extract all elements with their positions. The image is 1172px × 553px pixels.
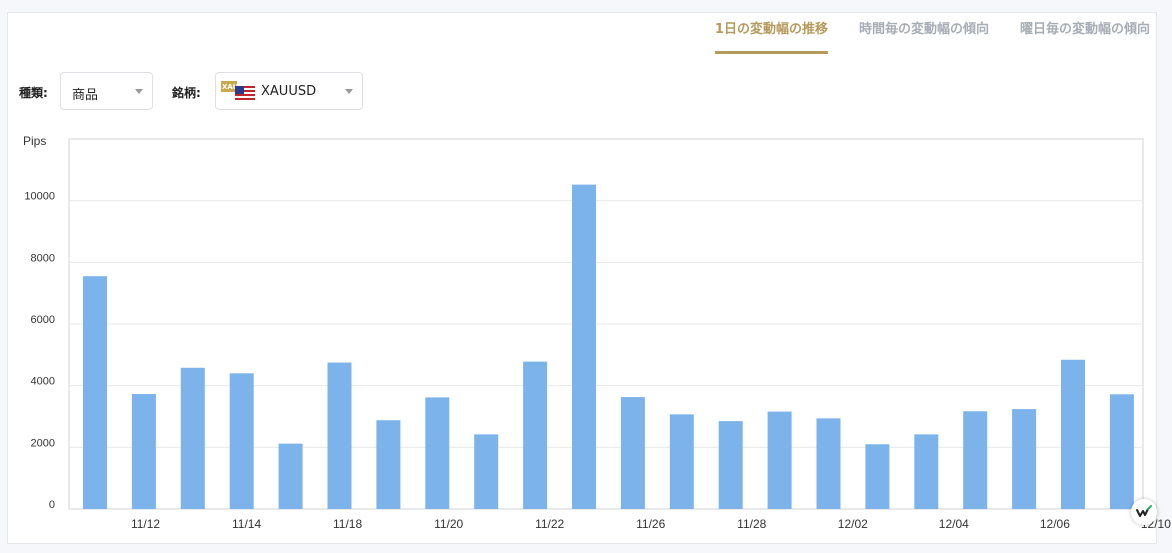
- bar: [620, 397, 645, 509]
- x-tick-label: 11/12: [131, 517, 160, 531]
- bar: [425, 397, 450, 509]
- y-tick-label: 10000: [24, 191, 55, 203]
- y-tick-label: 8000: [31, 252, 55, 264]
- bar: [816, 418, 841, 509]
- bar: [914, 434, 939, 509]
- tradingview-logo-icon[interactable]: [1131, 499, 1157, 525]
- x-tick-label: 12/04: [939, 517, 969, 531]
- bar: [1061, 359, 1085, 509]
- bar: [327, 362, 352, 509]
- x-tick-label: 12/06: [1040, 517, 1070, 531]
- bar: [523, 361, 548, 509]
- bar: [278, 443, 303, 509]
- y-axis-label: Pips: [23, 134, 46, 148]
- bar: [963, 411, 988, 509]
- y-tick-label: 4000: [31, 376, 55, 388]
- bar: [669, 414, 694, 509]
- bar: [229, 373, 254, 509]
- bar: [180, 367, 205, 509]
- x-tick-label: 11/22: [535, 517, 564, 531]
- bar: [572, 184, 596, 509]
- bar: [718, 421, 743, 509]
- x-tick-label: 12/02: [838, 517, 868, 531]
- daily-range-bar-chart: 0 2000 4000 6000 8000 10000 Pips 11/12 11/14 11/1…: [23, 134, 1171, 531]
- bar: [1109, 394, 1134, 509]
- bar: [83, 276, 107, 509]
- bar: [865, 444, 890, 509]
- x-tick-label: 11/20: [434, 517, 463, 531]
- y-tick-label: 6000: [31, 314, 55, 326]
- bar: [1012, 409, 1037, 509]
- x-tick-label: 11/18: [333, 517, 362, 531]
- x-tick-label: 11/28: [737, 517, 766, 531]
- x-tick-label: 11/14: [232, 517, 261, 531]
- bar: [376, 420, 401, 509]
- y-tick-label: 0: [49, 499, 55, 511]
- bar: [474, 434, 499, 509]
- x-tick-label: 11/26: [636, 517, 665, 531]
- bar: [131, 393, 156, 509]
- y-tick-label: 2000: [31, 437, 55, 449]
- bar: [767, 411, 792, 509]
